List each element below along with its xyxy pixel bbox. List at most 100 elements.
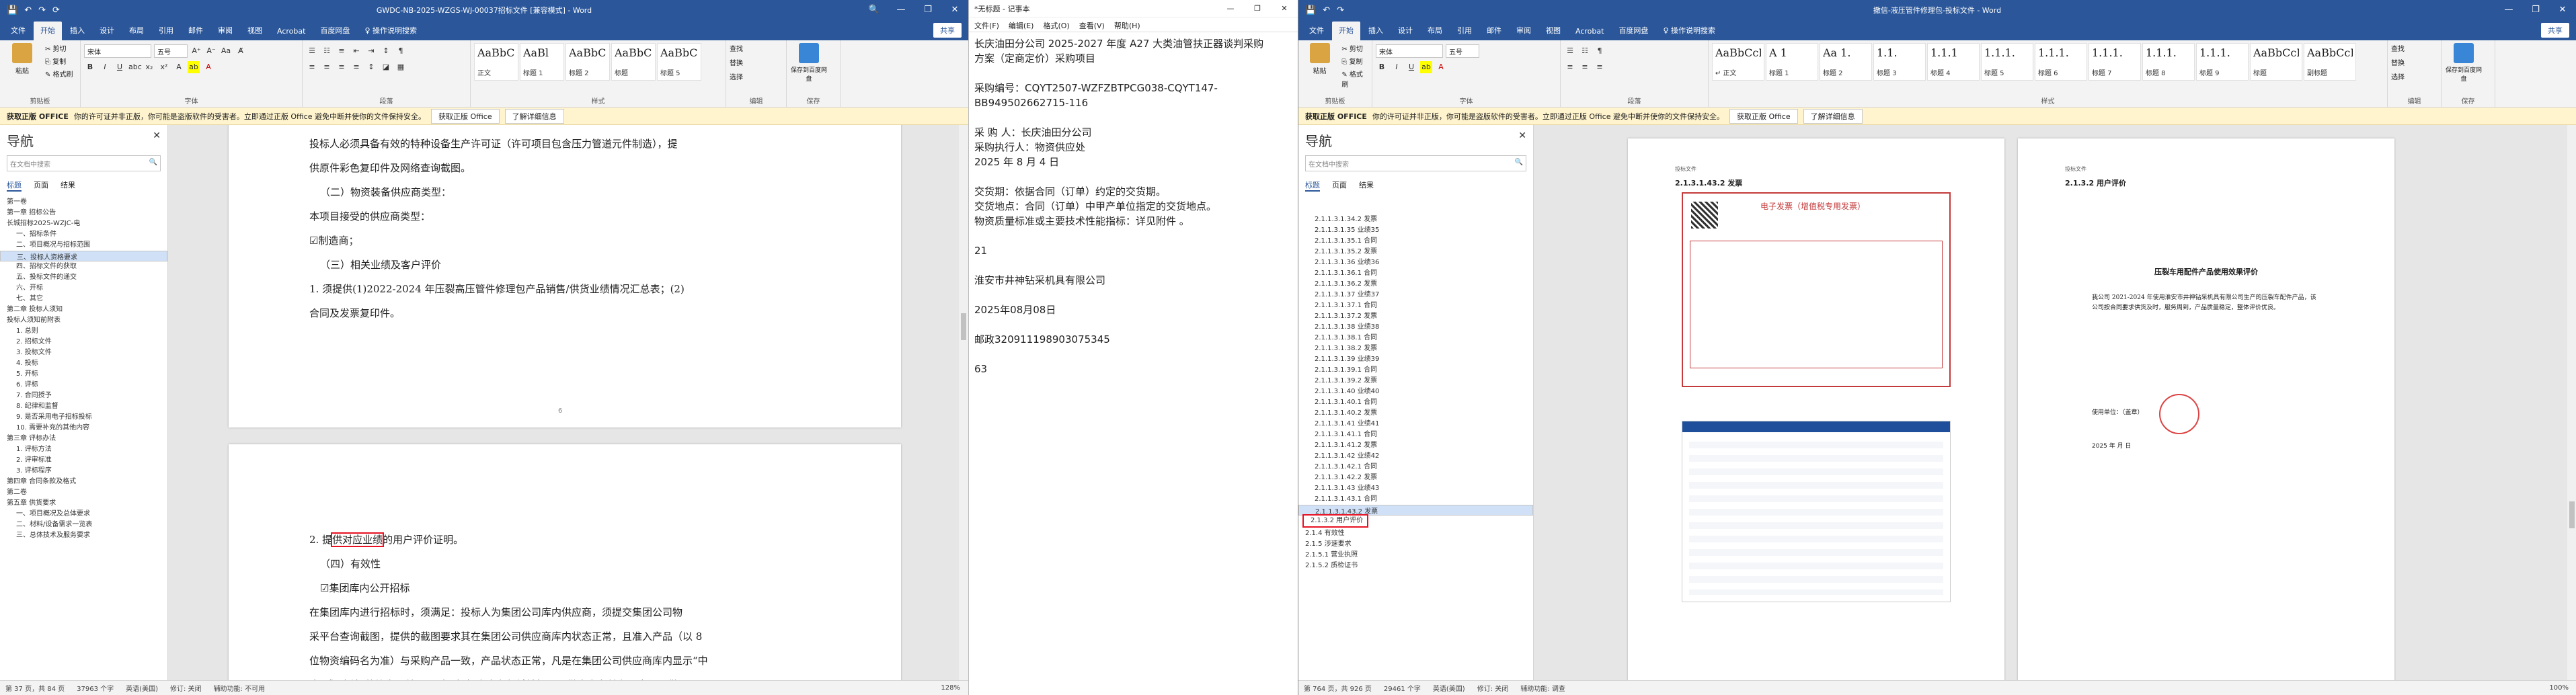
decrease-indent-icon[interactable]: ⇤ <box>350 45 362 57</box>
align-center-icon[interactable]: ≡ <box>1579 61 1591 73</box>
maximize-button[interactable]: ❐ <box>1244 0 1271 17</box>
tab-mailings[interactable]: 邮件 <box>182 22 210 40</box>
nav-heading-item[interactable]: 3. 评标程序 <box>0 466 167 477</box>
tab-acrobat[interactable]: Acrobat <box>270 24 312 40</box>
share-button[interactable]: 共享 <box>933 23 962 38</box>
copy-button[interactable]: ⎘ 复制 <box>1341 56 1368 66</box>
close-button[interactable]: ✕ <box>2549 0 2576 20</box>
tab-11[interactable]: ♀ 操作说明搜索 <box>1656 22 1722 40</box>
nav-tab-pages[interactable]: 页面 <box>34 179 48 192</box>
zoom-level[interactable]: 128% <box>941 684 960 692</box>
style-gallery-item[interactable]: A 1 标题 1 <box>1766 43 1818 81</box>
font-size-select[interactable]: 五号 <box>154 44 188 58</box>
accessibility[interactable]: 辅助功能: 不可用 <box>214 683 266 693</box>
refresh-icon[interactable]: ⟳ <box>52 5 60 15</box>
nav-heading-item[interactable]: 2.1.1.3.1.36 业绩36 <box>1298 257 1533 268</box>
tab-review[interactable]: 审阅 <box>211 22 239 40</box>
numbering-icon[interactable]: ☷ <box>1579 45 1591 57</box>
accessibility[interactable]: 辅助功能: 调查 <box>1520 683 1565 693</box>
nav-heading-item[interactable]: 六、开标 <box>0 283 167 294</box>
nav-heading-item[interactable]: 2.1.1.3.1.35 业绩35 <box>1298 225 1533 236</box>
style-gallery-item[interactable]: 1.1.1. 标题 7 <box>2089 43 2141 81</box>
tab-10[interactable]: 百度网盘 <box>1612 22 1655 40</box>
nav-heading-item[interactable]: 2.1.1.3.1.35.1 合同 <box>1298 236 1533 247</box>
sort-icon[interactable]: ↕ <box>380 45 392 57</box>
learn-more-button[interactable]: 了解详细信息 <box>1803 108 1863 124</box>
nav-heading-item[interactable]: 第五章 供货要求 <box>0 498 167 509</box>
nav-heading-item[interactable]: 一、招标条件 <box>0 229 167 240</box>
notepad-text-area[interactable]: 长庆油田分公司 2025-2027 年度 A27 大类油管扶正器谈判采购 方案（定… <box>969 32 1298 380</box>
nav-heading-item[interactable]: 二、材料/设备需求一览表 <box>0 520 167 530</box>
menu-edit[interactable]: 编辑(E) <box>1009 20 1034 30</box>
style-gallery-item[interactable]: 1.1.1. 标题 5 <box>1981 43 2033 81</box>
close-button[interactable]: ✕ <box>941 0 968 20</box>
increase-indent-icon[interactable]: ⇥ <box>365 45 377 57</box>
nav-heading-item[interactable]: 2.1.1.3.1.37.1 合同 <box>1298 300 1533 311</box>
vertical-scrollbar[interactable] <box>2567 125 2576 680</box>
nav-heading-item[interactable]: 2.1.5.2 质检证书 <box>1298 561 1533 571</box>
nav-heading-item[interactable]: 2.1.1.3.1.42.2 发票 <box>1298 473 1533 483</box>
nav-heading-item[interactable]: 2.1.1.3.1.35.2 发票 <box>1298 247 1533 257</box>
nav-heading-item[interactable]: 2.1.1.3.1.41.1 合同 <box>1298 430 1533 440</box>
tab-3[interactable]: 设计 <box>1391 22 1419 40</box>
style-gallery-item[interactable]: AaBbCcI 正文 <box>474 43 518 81</box>
highlight-icon[interactable]: ab <box>1420 61 1432 73</box>
save-icon[interactable]: 💾 <box>7 5 17 15</box>
nav-heading-item[interactable]: 10. 需要补充的其他内容 <box>0 423 167 434</box>
font-size-select[interactable]: 五号 <box>1446 44 1479 58</box>
nav-heading-item[interactable]: 7. 合同授予 <box>0 391 167 401</box>
tab-view[interactable]: 视图 <box>241 22 269 40</box>
tab-baidu[interactable]: 百度网盘 <box>313 22 356 40</box>
font-color-icon[interactable]: A <box>202 61 214 73</box>
nav-heading-item[interactable]: 6. 评标 <box>0 380 167 391</box>
align-left-icon[interactable]: ≡ <box>306 61 318 73</box>
style-gallery-item[interactable]: AaBbCcD 副标题 <box>2304 43 2356 81</box>
close-icon[interactable]: ✕ <box>1518 130 1526 150</box>
clear-format-icon[interactable]: A̸ <box>235 45 247 57</box>
nav-tab-headings[interactable]: 标题 <box>7 179 22 192</box>
tab-6[interactable]: 邮件 <box>1480 22 1508 40</box>
nav-heading-item[interactable]: 1. 评标方法 <box>0 444 167 455</box>
tab-home[interactable]: 开始 <box>34 22 62 40</box>
get-office-button[interactable]: 获取正版 Office <box>431 108 500 124</box>
style-gallery-item[interactable]: 1.1. 标题 3 <box>1873 43 1926 81</box>
nav-heading-item[interactable]: 2.1.1.3.1.38.1 合同 <box>1298 333 1533 343</box>
nav-heading-item[interactable]: 3. 投标文件 <box>0 348 167 358</box>
tab-0[interactable]: 文件 <box>1302 22 1331 40</box>
nav-tab-headings[interactable]: 标题 <box>1305 179 1320 192</box>
nav-heading-item[interactable]: 2.1.1.3.1.39 业绩39 <box>1298 354 1533 365</box>
paste-button[interactable]: 粘贴 <box>3 43 41 96</box>
tab-design[interactable]: 设计 <box>93 22 121 40</box>
nav-tab-results[interactable]: 结果 <box>61 179 75 192</box>
font-color-icon[interactable]: A <box>1435 61 1447 73</box>
redo-icon[interactable]: ↷ <box>1337 5 1344 15</box>
style-gallery-item[interactable]: 1.1.1. 标题 9 <box>2196 43 2249 81</box>
minimize-button[interactable]: — <box>1217 0 1244 17</box>
nav-heading-item[interactable]: 2.1.1.3.1.37 业绩37 <box>1298 290 1533 300</box>
style-gallery-item[interactable]: 1.1.1 标题 4 <box>1927 43 1980 81</box>
save-icon[interactable]: 💾 <box>1305 5 1316 15</box>
nav-search-input[interactable]: 在文档中搜索 <box>10 159 50 169</box>
find-button[interactable]: 查找 <box>2391 43 2437 53</box>
highlight-icon[interactable]: ab <box>188 61 200 73</box>
menu-view[interactable]: 查看(V) <box>1079 20 1105 30</box>
tab-file[interactable]: 文件 <box>4 22 32 40</box>
change-case-icon[interactable]: Aa <box>220 45 232 57</box>
nav-heading-item[interactable]: 长城招标2025-WZJC-电 <box>0 218 167 229</box>
track-changes[interactable]: 修订: 关闭 <box>170 683 202 693</box>
tab-4[interactable]: 布局 <box>1421 22 1449 40</box>
bullets-icon[interactable]: ☰ <box>306 45 318 57</box>
bullets-icon[interactable]: ☰ <box>1564 45 1576 57</box>
close-button[interactable]: ✕ <box>1271 0 1298 17</box>
nav-heading-item[interactable]: 2.1.1.3.1.36.2 发票 <box>1298 279 1533 290</box>
align-center-icon[interactable]: ≡ <box>321 61 333 73</box>
replace-button[interactable]: 替换 <box>730 57 783 67</box>
style-gallery-item[interactable]: Aa 1. 标题 2 <box>1820 43 1872 81</box>
nav-heading-item[interactable]: 2.1.5 涉速要求 <box>1298 539 1533 550</box>
borders-icon[interactable]: ▦ <box>395 61 407 73</box>
search-icon[interactable]: 🔍 <box>1515 159 1523 168</box>
style-gallery-item[interactable]: AaBbCcD ↵ 正文 <box>1712 43 1764 81</box>
nav-heading-item[interactable]: 三、总体技术及服务要求 <box>0 530 167 541</box>
line-spacing-icon[interactable]: ↕ <box>365 61 377 73</box>
bold-icon[interactable]: B <box>84 61 96 73</box>
